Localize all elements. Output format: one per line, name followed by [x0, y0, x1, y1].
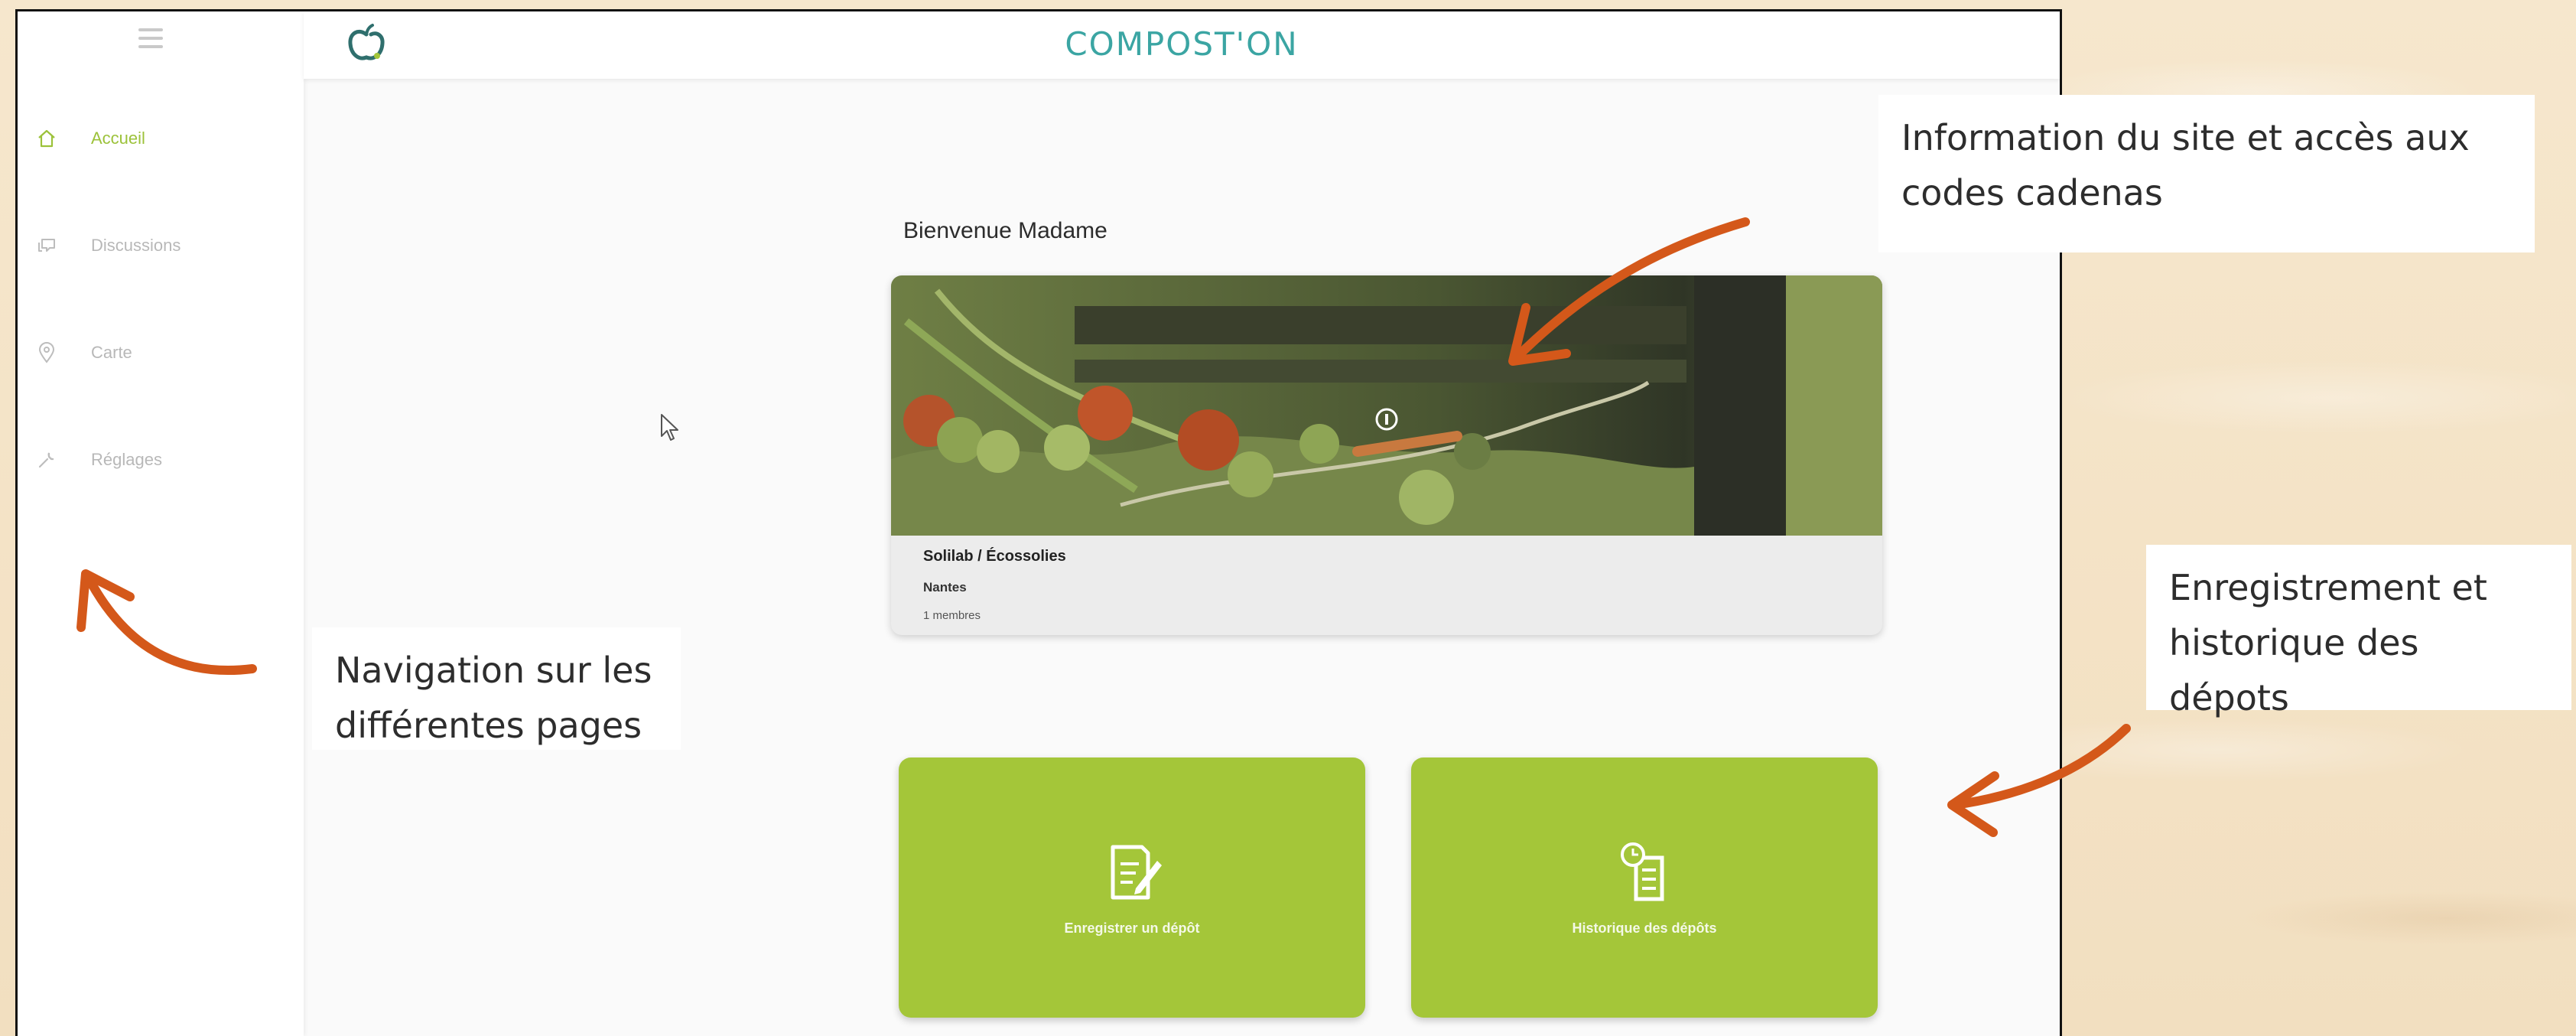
sidebar-item-reglages[interactable]: Réglages — [33, 445, 162, 475]
sidebar-item-discussions[interactable]: Discussions — [33, 230, 181, 261]
annotation-navigation: Navigation sur les différentes pages — [312, 627, 681, 750]
deposit-history-button[interactable]: Historique des dépôts — [1411, 757, 1878, 1018]
app-window: Accueil Discussions Carte Réglages COMPO… — [15, 9, 2062, 1036]
sidebar-item-accueil[interactable]: Accueil — [33, 123, 145, 154]
site-members-count: 1 membres — [923, 609, 981, 622]
record-deposit-label: Enregistrer un dépôt — [1064, 920, 1200, 936]
annotation-text: différentes pages — [335, 705, 642, 746]
site-card[interactable]: Solilab / Écossolies Nantes 1 membres — [891, 275, 1882, 635]
annotation-text: historique des dépots — [2169, 622, 2419, 718]
deposit-history-label: Historique des dépôts — [1572, 920, 1717, 936]
top-bar: COMPOST'ON — [304, 11, 2060, 79]
sidebar-item-label: Accueil — [91, 129, 145, 148]
hamburger-menu-icon[interactable] — [138, 28, 163, 50]
mouse-cursor-icon — [659, 413, 683, 444]
sidebar-item-label: Réglages — [91, 450, 162, 469]
map-pin-icon — [33, 339, 60, 367]
sidebar-item-carte[interactable]: Carte — [33, 337, 132, 368]
record-deposit-button[interactable]: Enregistrer un dépôt — [899, 757, 1365, 1018]
sidebar-item-label: Discussions — [91, 236, 181, 255]
site-photo — [891, 275, 1882, 536]
annotation-text: Navigation sur les — [335, 650, 652, 691]
sidebar: Accueil Discussions Carte Réglages — [18, 11, 304, 1036]
welcome-heading: Bienvenue Madame — [903, 218, 1107, 243]
annotation-text: Enregistrement et — [2169, 567, 2487, 608]
site-city: Nantes — [923, 580, 967, 595]
wrench-icon — [33, 446, 60, 474]
site-name: Solilab / Écossolies — [923, 548, 1066, 565]
edit-document-icon — [1098, 838, 1166, 907]
home-icon — [33, 125, 60, 152]
history-document-icon — [1610, 838, 1679, 907]
sidebar-item-label: Carte — [91, 343, 132, 362]
annotation-text: Information du site et accès aux — [1901, 117, 2470, 158]
annotation-site-info: Information du site et accès aux codes c… — [1878, 95, 2535, 252]
annotation-text: codes cadenas — [1901, 172, 2163, 213]
app-brand-title: COMPOST'ON — [1065, 25, 1299, 63]
chat-icon — [33, 232, 60, 259]
annotation-deposits: Enregistrement et historique des dépots — [2146, 545, 2571, 718]
